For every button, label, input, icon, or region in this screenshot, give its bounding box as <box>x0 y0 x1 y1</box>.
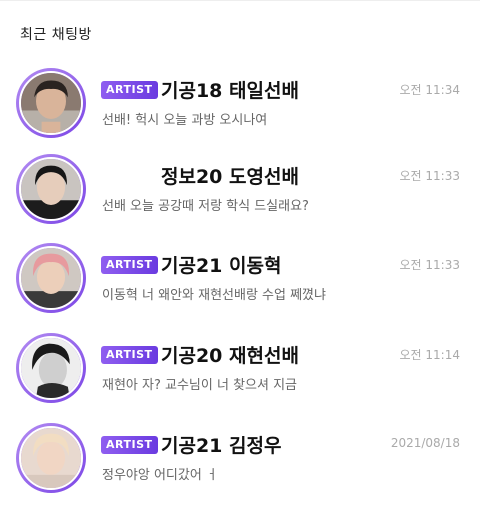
avatar <box>19 157 83 221</box>
chat-preview: 재현아 자? 교수님이 너 찾으셔 지금 <box>102 378 298 393</box>
chat-item[interactable]: 정보20 도영선배 오전 11:33 선배 오늘 공강때 저랑 학식 드실래요? <box>0 154 480 244</box>
profile-photo-icon <box>21 73 81 133</box>
profile-photo-icon <box>21 338 81 398</box>
avatar-ring <box>16 243 86 313</box>
chat-list: ARTIST 기공18 태일선배 오전 11:34 선배! 헉시 오늘 과방 오… <box>0 0 480 495</box>
chat-time: 오전 11:33 <box>399 258 460 272</box>
chat-time: 2021/08/18 <box>390 436 460 450</box>
chat-name: 기공20 재현선배 <box>161 345 299 367</box>
avatar-ring <box>16 68 86 138</box>
chat-preview: 정우야앙 어디갔어 ㅓ <box>102 468 218 483</box>
chat-time: 오전 11:33 <box>399 169 460 183</box>
chat-preview: 선배 오늘 공강때 저랑 학식 드실래요? <box>102 199 309 214</box>
artist-badge: ARTIST <box>101 256 158 274</box>
avatar-ring <box>16 154 86 224</box>
artist-badge: ARTIST <box>101 346 158 364</box>
avatar <box>19 336 83 400</box>
profile-photo-icon <box>21 159 81 219</box>
artist-badge: ARTIST <box>101 81 158 99</box>
chat-name: 기공21 이동혁 <box>161 255 282 277</box>
chat-preview: 선배! 헉시 오늘 과방 오시나여 <box>102 113 268 128</box>
chat-item[interactable]: ARTIST 기공20 재현선배 오전 11:14 재현아 자? 교수님이 너 … <box>0 333 480 423</box>
chat-time: 오전 11:14 <box>399 348 460 362</box>
artist-badge: ARTIST <box>101 436 158 454</box>
avatar <box>19 71 83 135</box>
profile-photo-icon <box>21 248 81 308</box>
avatar-ring <box>16 333 86 403</box>
avatar <box>19 426 83 490</box>
chat-item[interactable]: ARTIST 기공18 태일선배 오전 11:34 선배! 헉시 오늘 과방 오… <box>0 68 480 158</box>
chat-name: 기공18 태일선배 <box>161 80 299 102</box>
avatar-ring <box>16 423 86 493</box>
chat-name: 정보20 도영선배 <box>161 166 299 188</box>
chat-time: 오전 11:34 <box>399 83 460 97</box>
chat-item[interactable]: ARTIST 기공21 이동혁 오전 11:33 이동혁 너 왜안와 재현선배랑… <box>0 243 480 333</box>
profile-photo-icon <box>21 428 81 488</box>
chat-item[interactable]: ARTIST 기공21 김정우 2021/08/18 정우야앙 어디갔어 ㅓ <box>0 423 480 513</box>
avatar <box>19 246 83 310</box>
chat-name: 기공21 김정우 <box>161 435 282 457</box>
chat-preview: 이동혁 너 왜안와 재현선배랑 수업 쩨꼈냐 <box>102 288 326 303</box>
